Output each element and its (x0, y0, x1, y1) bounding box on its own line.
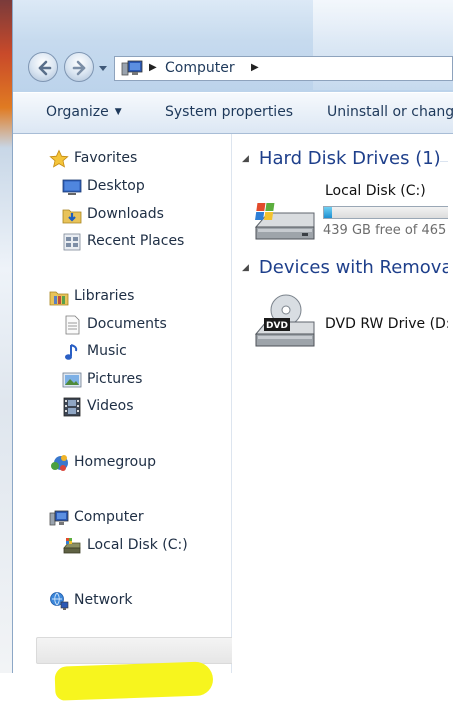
chevron-down-icon: ▼ (114, 107, 122, 117)
breadcrumb-separator[interactable]: ▶ (251, 62, 259, 73)
videos-film-icon (63, 397, 81, 417)
navigation-pane: Favorites Desktop Downloads Recent Place… (13, 134, 241, 701)
nav-item-label: Computer (74, 509, 144, 525)
disk-usage-fill (324, 207, 332, 218)
local-disk-drive-icon (63, 538, 81, 554)
nav-item-label: Documents (87, 316, 167, 332)
nav-item-label: Downloads (87, 206, 164, 222)
nav-item-label: Local Disk (C:) (87, 537, 188, 553)
nav-item-label: Recent Places (87, 233, 185, 249)
homegroup-icon (51, 455, 68, 471)
nav-item-label: Favorites (74, 150, 138, 166)
group-header-hard-disk-drives[interactable]: ◢ Hard Disk Drives (1) (242, 148, 441, 169)
organize-menu-button[interactable]: Organize ▼ (46, 104, 122, 120)
recent-pages-dropdown-icon[interactable] (98, 63, 108, 73)
group-header-removable-devices[interactable]: ◢ Devices with Removab (242, 257, 453, 278)
desktop-icon (62, 179, 82, 195)
group-heading: Hard Disk Drives (1) (258, 148, 441, 169)
nav-item-label: Network (74, 592, 133, 608)
network-icon (50, 592, 69, 610)
desktop-background (0, 0, 12, 673)
music-note-icon (65, 344, 78, 360)
nav-item-label: Homegroup (74, 454, 157, 470)
pictures-icon (62, 372, 82, 388)
drive-name: DVD RW Drive (D:) (325, 316, 453, 332)
documents-icon (65, 315, 80, 335)
forward-arrow-icon (72, 60, 86, 76)
nav-item-label: Desktop (87, 178, 145, 194)
nav-item-label: Libraries (74, 288, 135, 304)
back-button[interactable] (28, 52, 58, 82)
breadcrumb-separator[interactable]: ▶ (149, 62, 157, 73)
computer-icon (49, 510, 69, 526)
selected-item-background (36, 637, 241, 664)
drive-free-space: 439 GB free of 465 G (323, 223, 453, 238)
yellow-highlight-mark (54, 661, 214, 701)
organize-label: Organize (46, 104, 109, 120)
nav-item-label: Pictures (87, 371, 143, 387)
address-bar[interactable]: ▶ Computer ▶ (114, 56, 453, 81)
computer-icon (121, 60, 143, 76)
breadcrumb-computer[interactable]: Computer (165, 60, 235, 76)
recent-places-icon (63, 233, 81, 251)
star-icon (49, 149, 69, 168)
content-pane: ◢ Hard Disk Drives (1) Local Disk (C:) 43… (232, 134, 453, 673)
window-edge (448, 134, 453, 673)
downloads-folder-icon (62, 209, 82, 224)
forward-button[interactable] (64, 52, 94, 82)
back-arrow-icon (38, 60, 52, 76)
nav-item-label: Videos (87, 398, 134, 414)
dvd-drive-icon: DVD (254, 294, 315, 347)
collapse-triangle-icon[interactable]: ◢ (242, 263, 249, 273)
group-heading: Devices with Removab (258, 257, 453, 278)
nav-item-label: Music (87, 343, 127, 359)
command-toolbar: Organize ▼ System properties Uninstall or… (13, 92, 453, 134)
disk-usage-bar (323, 206, 453, 219)
uninstall-program-button[interactable]: Uninstall or chang (327, 104, 453, 120)
system-properties-button[interactable]: System properties (165, 104, 293, 120)
collapse-triangle-icon[interactable]: ◢ (242, 154, 249, 164)
hard-disk-drive-icon (254, 203, 315, 240)
drive-name: Local Disk (C:) (325, 183, 426, 199)
libraries-icon (49, 291, 69, 306)
dvd-badge-text: DVD (266, 321, 288, 331)
